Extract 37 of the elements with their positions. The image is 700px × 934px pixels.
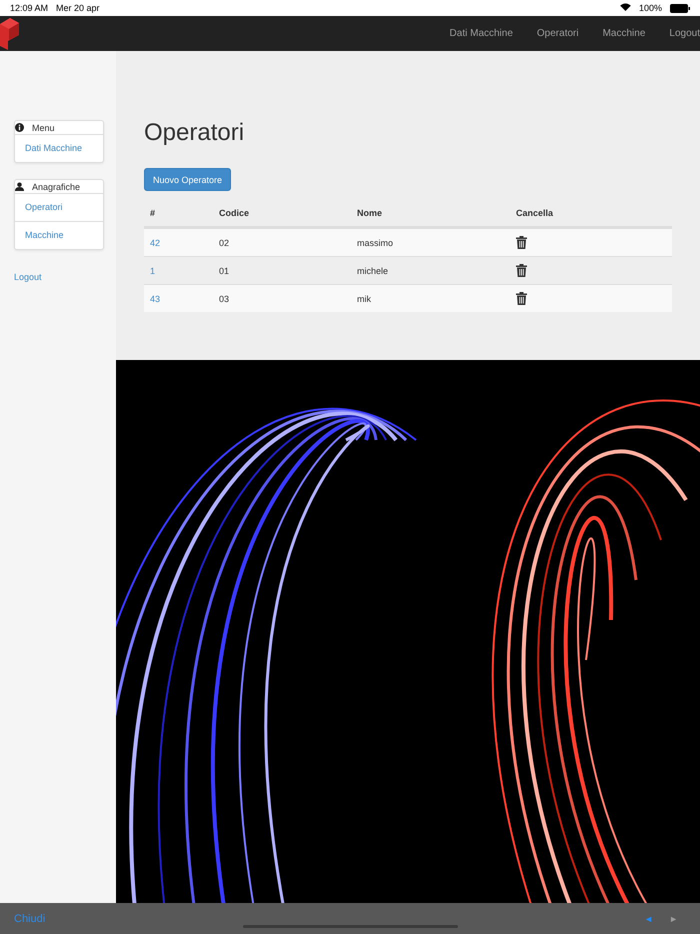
trash-icon[interactable] bbox=[516, 292, 527, 305]
id-link[interactable]: 43 bbox=[150, 294, 160, 304]
table-cell-text: 03 bbox=[219, 294, 230, 304]
battery-level: 100% bbox=[638, 3, 662, 13]
column-header: Nome bbox=[357, 208, 384, 218]
trash-icon[interactable] bbox=[516, 264, 527, 277]
close-link[interactable]: Chiudi bbox=[14, 912, 46, 924]
wifi-icon bbox=[620, 3, 631, 13]
table-cell-text: michele bbox=[357, 266, 390, 276]
trash-icon[interactable] bbox=[516, 236, 527, 249]
sidebar-item[interactable]: Dati Macchine bbox=[15, 135, 103, 162]
cube-logo-icon bbox=[0, 18, 19, 50]
page-title: Operatori bbox=[144, 119, 246, 147]
status-date: Mer 20 apr bbox=[56, 3, 100, 13]
back-button[interactable]: ◄ bbox=[636, 914, 662, 924]
column-header: Codice bbox=[219, 208, 250, 218]
logout-link[interactable]: Logout bbox=[14, 272, 102, 282]
nav-link[interactable]: Dati Macchine bbox=[450, 28, 513, 39]
column-header: # bbox=[150, 208, 156, 218]
panel-title: Menu bbox=[32, 122, 55, 132]
table-cell-text: 02 bbox=[219, 238, 230, 248]
user-icon bbox=[15, 182, 24, 191]
column-header: Cancella bbox=[516, 208, 554, 218]
battery-icon bbox=[670, 4, 690, 12]
table-cell-text: massimo bbox=[357, 238, 394, 248]
table-cell-text: 01 bbox=[219, 266, 230, 276]
new-operator-button[interactable]: Nuovo Operatore bbox=[144, 168, 232, 191]
id-link[interactable]: 42 bbox=[150, 238, 160, 248]
status-time: 12:09 AM bbox=[10, 3, 48, 13]
nav-link[interactable]: Macchine bbox=[602, 28, 646, 39]
table-cell-text: mik bbox=[357, 294, 372, 304]
id-link[interactable]: 1 bbox=[150, 266, 156, 276]
nav-link[interactable]: Logout bbox=[669, 28, 700, 39]
sidebar-item[interactable]: Macchine bbox=[15, 221, 103, 249]
panel-title: Anagrafiche bbox=[32, 182, 80, 192]
nav-link[interactable]: Operatori bbox=[536, 28, 579, 39]
sidebar-item[interactable]: Operatori bbox=[15, 194, 103, 221]
